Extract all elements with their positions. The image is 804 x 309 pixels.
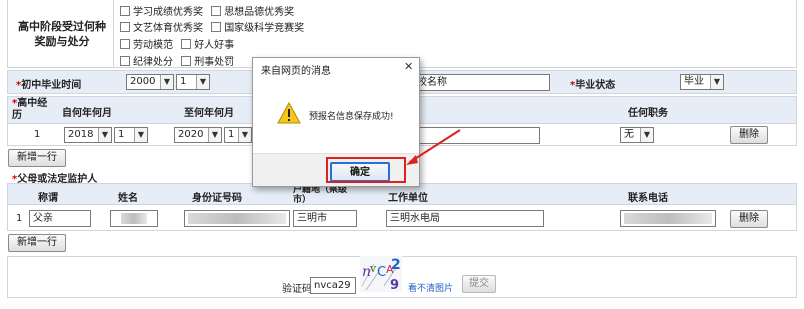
guardian-id-input[interactable] <box>184 210 290 227</box>
captcha-noise: n v C A 2 9 <box>361 257 401 292</box>
award-checkbox[interactable] <box>120 39 130 49</box>
col-role-header: 任何职务 <box>628 108 668 119</box>
redacted-name <box>121 213 147 224</box>
award-checkbox[interactable] <box>181 56 192 66</box>
hs-from-year-select[interactable]: 2018 ▼ <box>64 127 112 143</box>
guardian-addr-input[interactable]: 三明市 <box>293 210 357 227</box>
warning-icon <box>277 101 301 127</box>
guardian-row-index: 1 <box>16 213 23 224</box>
guardian-name-input[interactable] <box>110 210 158 227</box>
col-to-header: 至何年何月 <box>184 108 234 119</box>
hs-delete-button[interactable]: 删除 <box>730 126 768 144</box>
award-checkbox[interactable] <box>211 22 222 32</box>
award-checkbox[interactable] <box>120 22 130 32</box>
col-from-header: 自何年何月 <box>62 108 112 119</box>
junior-year-select[interactable]: 2000 ▼ <box>126 74 174 90</box>
hs-add-row-button[interactable]: 新增一行 <box>8 149 66 167</box>
hs-history-label: *高中经历 <box>12 98 48 121</box>
awards-label: 高中阶段受过何种奖励与处分 <box>18 20 106 48</box>
redacted-id <box>188 213 286 224</box>
junior-school-input[interactable]: 业学校名称 <box>400 74 550 91</box>
col-title-header: 称谓 <box>38 193 58 204</box>
svg-text:9: 9 <box>390 278 399 292</box>
award-row-3: 劳动模范 好人好事 <box>120 36 234 51</box>
annotation-highlight <box>326 157 406 183</box>
guardian-work-input[interactable]: 三明水电局 <box>386 210 544 227</box>
hs-from-month-select[interactable]: 1 ▼ <box>114 127 148 143</box>
redacted-phone <box>624 213 712 224</box>
junior-grad-label: *初中毕业时间 <box>16 80 82 91</box>
dialog-message: 预报名信息保存成功! <box>309 112 394 122</box>
junior-month-select[interactable]: 1 ▼ <box>176 74 210 90</box>
guardian-phone-input[interactable] <box>620 210 716 227</box>
col-addr-header: 户籍地（県级市） <box>293 185 348 203</box>
award-checkbox[interactable] <box>211 6 222 16</box>
col-work-header: 工作单位 <box>388 193 428 204</box>
guardian-delete-button[interactable]: 删除 <box>730 210 768 228</box>
hs-role-select[interactable]: 无 ▼ <box>620 127 654 143</box>
captcha-refresh-link[interactable]: 看不清图片 <box>408 281 453 294</box>
award-row-1: 学习成绩优秀奖 思想品德优秀奖 <box>120 3 294 18</box>
submit-button[interactable]: 提交 <box>462 275 496 293</box>
award-row-2: 文艺体育优秀奖 国家级科学竞赛奖 <box>120 19 304 34</box>
annotation-arrow-icon <box>406 129 461 165</box>
captcha-label: 验证码 <box>282 284 312 295</box>
award-row-4: 纪律处分 刑事处罚 <box>120 53 234 68</box>
hs-row-index: 1 <box>34 129 41 140</box>
guardian-add-row-button[interactable]: 新增一行 <box>8 234 66 252</box>
svg-text:C: C <box>377 265 386 280</box>
dialog-title: 来自网页的消息 <box>261 66 331 77</box>
award-checkbox[interactable] <box>181 39 192 49</box>
captcha-image[interactable]: n v C A 2 9 <box>360 256 402 292</box>
captcha-input[interactable]: nvca29 <box>310 277 356 294</box>
col-id-header: 身份证号码 <box>192 193 242 204</box>
dialog-close-icon[interactable]: ✕ <box>404 60 413 73</box>
award-checkbox[interactable] <box>120 6 130 16</box>
col-phone-header: 联系电话 <box>628 193 668 204</box>
captcha-area <box>7 256 797 298</box>
award-checkbox[interactable] <box>120 56 130 66</box>
hs-to-year-select[interactable]: 2020 ▼ <box>174 127 222 143</box>
guardian-title-input[interactable]: 父亲 <box>29 210 91 227</box>
grad-status-select[interactable]: 毕业 ▼ <box>680 74 724 90</box>
col-name-header: 姓名 <box>118 193 138 204</box>
hs-to-month-select[interactable]: 1 ▼ <box>224 127 252 143</box>
svg-text:2: 2 <box>391 257 401 273</box>
grad-status-label: *毕业状态 <box>570 80 616 91</box>
svg-text:v: v <box>369 262 377 275</box>
